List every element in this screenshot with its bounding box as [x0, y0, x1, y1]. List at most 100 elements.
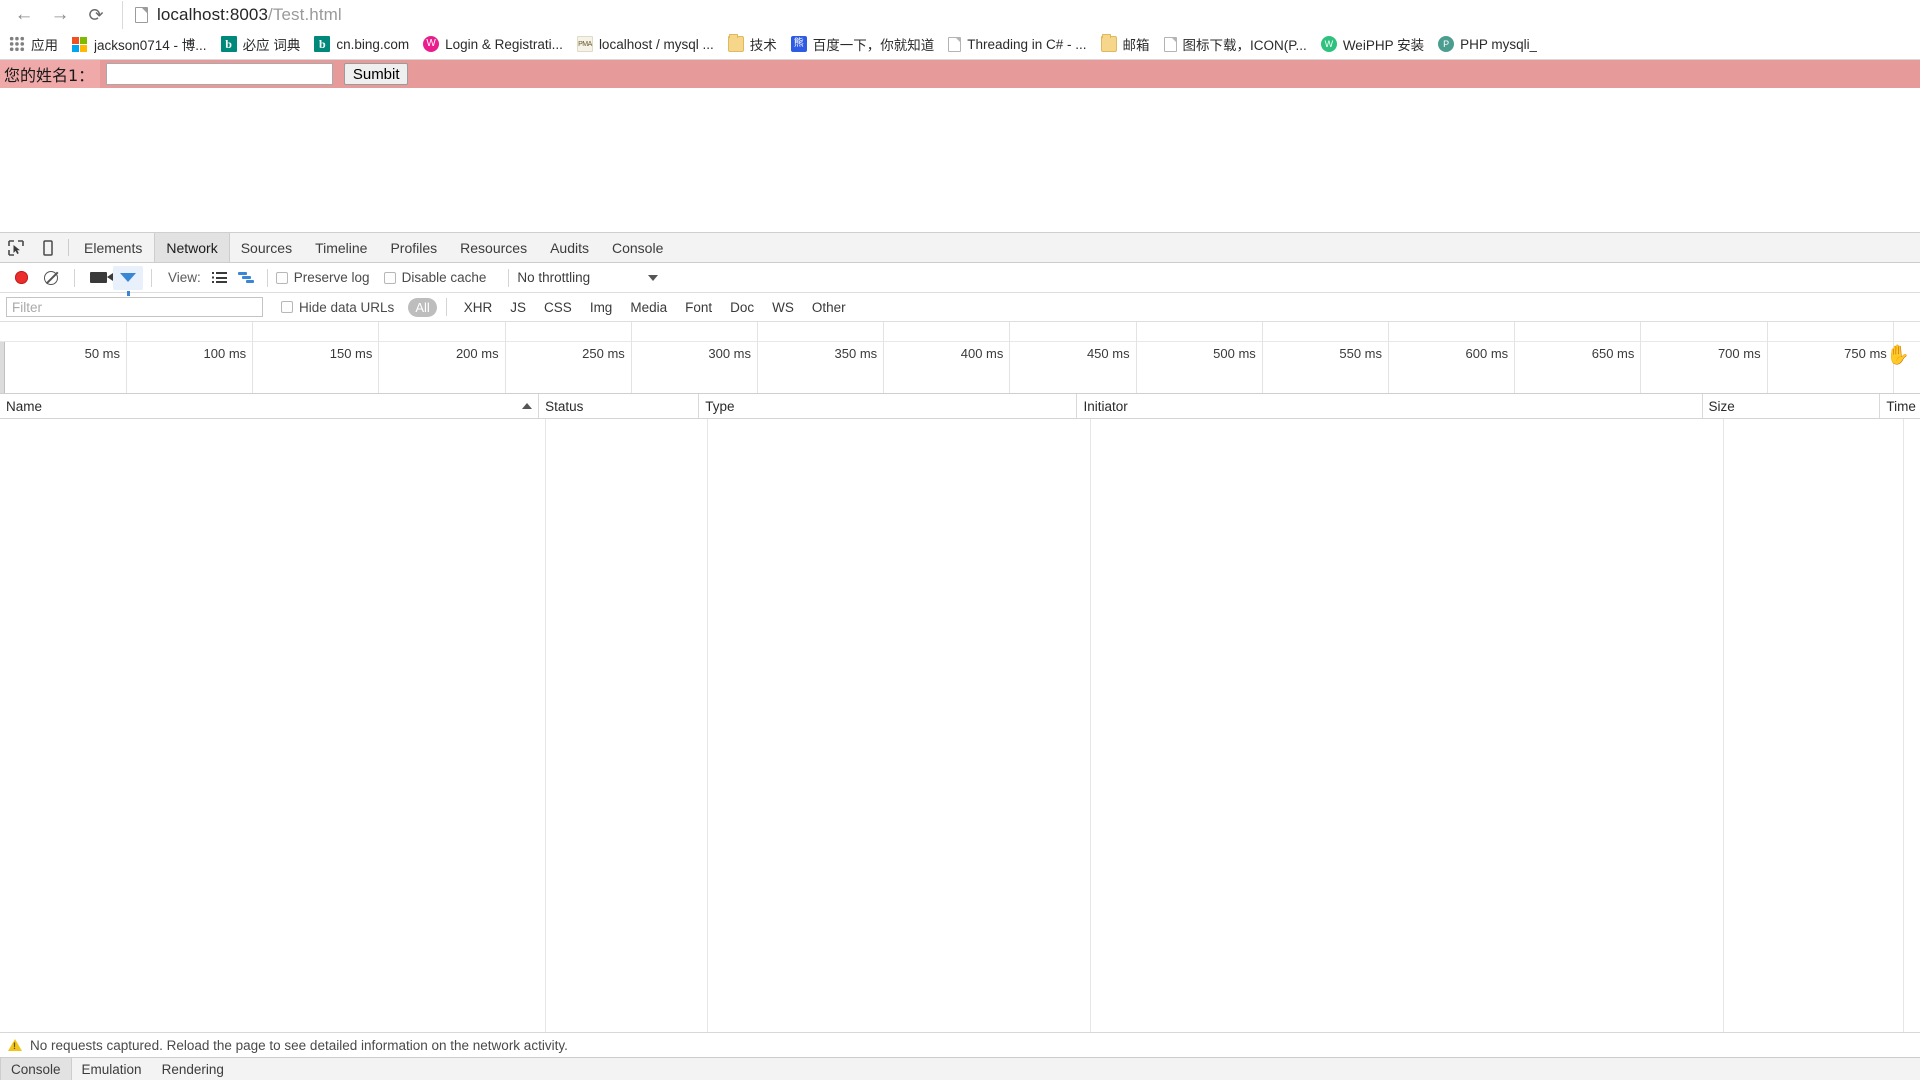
bookmark-apps[interactable]: 应用: [2, 32, 65, 56]
capture-screenshots-button[interactable]: [83, 266, 113, 290]
bookmark-baidu[interactable]: 熊 百度一下，你就知道: [784, 32, 942, 56]
bookmark-weiphp[interactable]: W WeiPHP 安装: [1314, 32, 1431, 56]
list-view-icon: [212, 272, 228, 283]
tab-audits[interactable]: Audits: [539, 233, 601, 262]
page-info-icon: [135, 6, 148, 23]
disable-cache-checkbox[interactable]: Disable cache: [383, 270, 487, 285]
list-view-button[interactable]: [207, 266, 233, 290]
drawer-tab-console[interactable]: Console: [0, 1058, 72, 1080]
type-filter-all[interactable]: All: [408, 297, 437, 317]
php-icon: P: [1438, 36, 1455, 52]
column-header-status[interactable]: Status: [539, 394, 700, 418]
back-arrow-icon[interactable]: ←: [6, 2, 42, 28]
address-bar[interactable]: localhost:8003/Test.html: [122, 0, 1914, 29]
overview-tick-label: 300 ms: [708, 346, 751, 361]
overview-tick-label: 350 ms: [834, 346, 878, 361]
table-body[interactable]: [0, 419, 1920, 1032]
record-icon: [14, 271, 28, 284]
tab-resources[interactable]: Resources: [449, 233, 539, 262]
resource-type-filters: All XHR JS CSS Img Media Font Doc WS Oth…: [408, 297, 854, 317]
network-filter-bar: Hide data URLs All XHR JS CSS Img Media …: [0, 293, 1920, 322]
checkbox-box: [281, 301, 293, 313]
overview-left-handle[interactable]: [0, 342, 5, 393]
tab-console[interactable]: Console: [601, 233, 675, 262]
throttling-select[interactable]: No throttling: [517, 270, 685, 285]
bookmark-label: 邮箱: [1122, 38, 1150, 53]
type-filter-other[interactable]: Other: [804, 300, 854, 315]
column-label: Name: [6, 398, 43, 414]
bookmark-cn-bing[interactable]: b cn.bing.com: [307, 32, 416, 56]
column-header-size[interactable]: Size: [1703, 394, 1881, 418]
type-filter-doc[interactable]: Doc: [722, 300, 762, 315]
devtools-panel: Elements Network Sources Timeline Profil…: [0, 232, 1920, 1080]
column-header-initiator[interactable]: Initiator: [1077, 394, 1703, 418]
column-label: Time: [1886, 398, 1916, 414]
overview-gridline: [1261, 322, 1263, 393]
network-request-table: Name Status Type Initiator Size Time: [0, 394, 1920, 1032]
phpmyadmin-icon: PMA: [576, 36, 593, 52]
clear-button[interactable]: [36, 266, 66, 290]
bing-icon: b: [220, 36, 237, 52]
name-form: 您的姓名1： Sumbit: [0, 60, 1920, 88]
bookmark-label: localhost / mysql ...: [598, 36, 714, 52]
clear-icon: [44, 270, 58, 285]
grab-cursor-icon: ✋: [1886, 345, 1910, 366]
disable-cache-label: Disable cache: [401, 270, 487, 285]
drawer-tab-rendering[interactable]: Rendering: [152, 1058, 234, 1080]
overview-gridline: [1514, 322, 1516, 393]
type-filter-media[interactable]: Media: [622, 300, 675, 315]
tab-profiles[interactable]: Profiles: [379, 233, 449, 262]
column-label: Status: [545, 398, 584, 414]
bookmark-folder-mail[interactable]: 邮箱: [1094, 32, 1157, 56]
column-header-name[interactable]: Name: [0, 394, 540, 418]
bookmark-jackson0714[interactable]: jackson0714 - 博...: [65, 32, 214, 56]
bookmark-threading-csharp[interactable]: Threading in C# - ...: [941, 32, 1093, 56]
filter-input[interactable]: [6, 297, 263, 317]
tab-sources[interactable]: Sources: [230, 233, 304, 262]
type-filter-js[interactable]: JS: [502, 300, 534, 315]
name-input[interactable]: [106, 63, 334, 85]
type-filter-ws[interactable]: WS: [764, 300, 802, 315]
overview-gridline: [1388, 322, 1389, 393]
bookmark-folder-tech[interactable]: 技术: [721, 32, 784, 56]
type-filter-xhr[interactable]: XHR: [456, 300, 501, 315]
type-filter-font[interactable]: Font: [677, 300, 720, 315]
record-button[interactable]: [6, 266, 36, 290]
toolbar-divider: [508, 268, 510, 287]
warning-icon: [8, 1039, 22, 1051]
bookmark-label: 必应 词典: [242, 38, 301, 53]
bookmark-bing-dict[interactable]: b 必应 词典: [214, 32, 308, 56]
column-header-type[interactable]: Type: [699, 394, 1078, 418]
column-header-time[interactable]: Time: [1880, 394, 1920, 418]
throttling-value: No throttling: [517, 270, 591, 285]
tab-elements[interactable]: Elements: [73, 233, 154, 262]
table-column-size: [1724, 419, 1904, 1032]
reload-icon[interactable]: ⟳: [78, 2, 114, 28]
bookmark-icon-download[interactable]: 图标下载，ICON(P...: [1157, 32, 1314, 56]
tab-timeline[interactable]: Timeline: [304, 233, 379, 262]
type-filter-css[interactable]: CSS: [536, 300, 580, 315]
device-toolbar-icon[interactable]: [32, 233, 64, 262]
hide-data-urls-checkbox[interactable]: Hide data URLs: [281, 300, 394, 315]
filter-toggle-button[interactable]: [113, 265, 143, 296]
type-filter-img[interactable]: Img: [582, 300, 621, 315]
bookmark-label: 技术: [749, 38, 777, 53]
toolbar-divider: [74, 268, 75, 287]
bookmark-phpmyadmin[interactable]: PMA localhost / mysql ...: [570, 32, 721, 56]
page-viewport: 您的姓名1： Sumbit: [0, 60, 1920, 232]
inspect-element-icon[interactable]: [0, 233, 32, 262]
forward-arrow-icon[interactable]: →: [42, 2, 78, 28]
preserve-log-label: Preserve log: [293, 270, 370, 285]
submit-button[interactable]: Sumbit: [344, 63, 409, 85]
drawer-tab-emulation[interactable]: Emulation: [72, 1058, 152, 1080]
bookmark-login-registration[interactable]: W Login & Registrati...: [416, 32, 570, 56]
funnel-icon: [120, 273, 136, 296]
toolbar-divider: [445, 298, 447, 316]
url-text: localhost:8003/Test.html: [157, 5, 342, 25]
tab-network[interactable]: Network: [154, 233, 230, 262]
preserve-log-checkbox[interactable]: Preserve log: [275, 270, 370, 285]
network-overview-timeline[interactable]: 50 ms 100 ms 150 ms 200 ms 250 ms 300 ms 350 m…: [0, 322, 1920, 394]
bookmark-php-mysqli[interactable]: P PHP mysqli_: [1431, 32, 1544, 56]
waterfall-view-button[interactable]: [233, 266, 259, 290]
overview-tick-label: 200 ms: [455, 346, 499, 361]
